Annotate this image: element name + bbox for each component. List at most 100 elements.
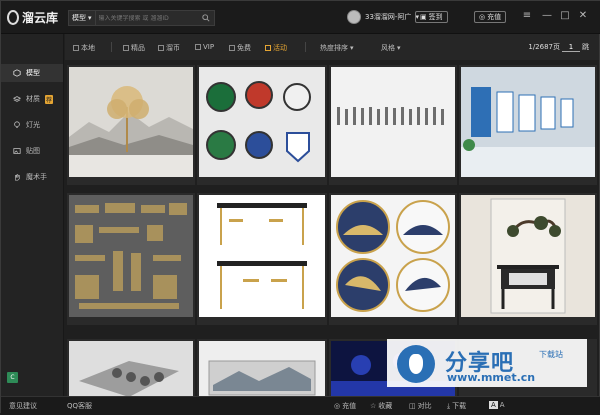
model-card[interactable] — [197, 65, 327, 185]
model-thumbnail — [69, 341, 193, 396]
filter-vip[interactable]: VIP — [195, 43, 214, 51]
divider — [305, 42, 306, 52]
close-icon[interactable]: ✕ — [577, 10, 589, 22]
model-thumbnail — [331, 195, 455, 317]
logo-icon — [7, 10, 19, 25]
style-select[interactable]: 风格 ▾ — [381, 43, 401, 53]
download-label: 下载 — [452, 402, 467, 410]
filter-event[interactable]: 活动 — [265, 43, 287, 53]
favorite-label: 收藏 — [378, 402, 393, 410]
search-input[interactable] — [95, 14, 202, 22]
coin-icon: ◎ — [334, 402, 341, 410]
page-go-button[interactable]: 跳 — [582, 42, 589, 52]
recharge-status-button[interactable]: ◎ 充值 — [334, 401, 356, 411]
menu-icon[interactable]: ≡ — [521, 10, 533, 22]
compare-label: 对比 — [417, 402, 432, 410]
signin-button[interactable]: ▣ 签到 — [415, 11, 448, 23]
wall-discs-image — [69, 341, 193, 396]
corporate-wall-image — [461, 67, 595, 177]
filter-label: 本地 — [81, 44, 95, 52]
round-art-panels-image — [331, 195, 455, 317]
signin-label: 签到 — [428, 13, 443, 21]
model-card[interactable] — [329, 193, 457, 325]
model-card[interactable] — [459, 193, 597, 325]
filter-label: 活动 — [273, 44, 287, 52]
checkbox-icon — [229, 45, 235, 51]
cube-icon — [13, 69, 21, 77]
model-thumbnail — [199, 341, 325, 396]
layers-icon — [13, 96, 21, 102]
user-menu[interactable]: 33溜溜网-阿广 ▾ — [347, 10, 419, 24]
compare-icon: ◫ — [409, 402, 416, 410]
filter-coins[interactable]: 溜币 — [158, 43, 180, 53]
status-bar: 意见建议 QQ客服 ◎ 充值 ☆ 收藏 ◫ 对比 ⤓ 下载 A A — [1, 396, 600, 415]
page-total: 1/2687页 — [528, 43, 560, 51]
feedback-link[interactable]: 意见建议 — [9, 401, 37, 411]
app-window: 溜云库 模型 ▾ 33溜溜网-阿广 ▾ ▣ 签到 ◎ 充值 ≡ — □ ✕ — [0, 0, 600, 415]
sidebar-item-label: 灯光 — [26, 121, 40, 129]
model-card[interactable] — [459, 65, 597, 185]
filter-label: VIP — [203, 43, 215, 51]
qq-label: QQ客服 — [67, 402, 93, 410]
model-card[interactable] — [67, 193, 195, 325]
search-type-select[interactable]: 模型 ▾ — [69, 11, 96, 25]
download-button[interactable]: ⤓ 下载 — [447, 401, 466, 411]
calendar-icon: ▣ — [420, 13, 427, 21]
search-box[interactable]: 模型 ▾ — [68, 10, 215, 26]
filter-free[interactable]: 免费 — [229, 43, 251, 53]
compare-button[interactable]: ◫ 对比 — [409, 401, 432, 411]
sidebar-item-material[interactable]: 材质 荐 — [1, 90, 63, 108]
model-thumbnail — [199, 195, 325, 317]
qq-support-link[interactable]: QQ客服 — [67, 401, 92, 411]
bulb-icon — [14, 121, 20, 128]
chevron-down-icon: ▾ — [397, 44, 401, 52]
model-card[interactable] — [67, 339, 195, 396]
recharge-button[interactable]: ◎ 充值 — [474, 11, 507, 23]
avatar[interactable] — [347, 10, 361, 24]
model-card[interactable] — [67, 65, 195, 185]
checkbox-icon — [123, 45, 129, 51]
plugin-icon[interactable]: C — [7, 372, 18, 383]
image-icon — [13, 148, 21, 154]
favorite-button[interactable]: ☆ 收藏 — [370, 401, 392, 411]
filter-label: 溜币 — [166, 44, 180, 52]
sidebar-item-label: 材质 — [26, 95, 40, 103]
filter-label: 精品 — [131, 44, 145, 52]
watermark: 分享吧 下载站 www.mmet.cn — [387, 339, 587, 387]
model-card[interactable] — [197, 193, 327, 325]
minimize-icon[interactable]: — — [541, 10, 553, 22]
people-figures-image — [331, 67, 455, 177]
text-size-button[interactable]: A A — [489, 401, 505, 409]
model-card[interactable] — [197, 339, 327, 396]
hand-icon — [15, 174, 20, 181]
landscape-tree-image — [69, 67, 193, 177]
sidebar-item-magic[interactable]: 魔术手 — [1, 168, 63, 186]
watermark-logo-icon — [397, 345, 435, 383]
recharge-label: 充值 — [487, 13, 502, 21]
page-input[interactable] — [562, 42, 580, 52]
sort-label: 热度排序 — [320, 44, 348, 52]
model-thumbnail — [461, 195, 595, 317]
search-type-label: 模型 — [72, 14, 86, 22]
chevron-down-icon: ▾ — [350, 44, 354, 52]
font-large-icon: A — [489, 401, 498, 409]
sidebar-item-model[interactable]: 模型 — [1, 64, 63, 82]
recharge-status-label: 充值 — [342, 402, 357, 410]
app-logo: 溜云库 — [7, 9, 58, 26]
checkbox-icon — [265, 45, 271, 51]
sidebar-item-light[interactable]: 灯光 — [1, 116, 63, 134]
filter-local[interactable]: 本地 — [73, 43, 95, 53]
search-icon[interactable] — [201, 14, 210, 22]
sort-select[interactable]: 热度排序 ▾ — [320, 43, 354, 53]
watermark-tag: 下载站 — [539, 350, 563, 359]
app-name: 溜云库 — [22, 11, 59, 25]
model-card[interactable] — [329, 65, 457, 185]
model-thumbnail — [199, 67, 325, 177]
checkbox-icon — [158, 45, 164, 51]
download-icon: ⤓ — [447, 401, 451, 410]
sidebar-item-texture[interactable]: 贴图 — [1, 142, 63, 160]
coin-icon: ◎ — [479, 13, 486, 21]
recommend-badge: 荐 — [45, 94, 54, 104]
filter-premium[interactable]: 精品 — [123, 43, 145, 53]
maximize-icon[interactable]: □ — [559, 10, 571, 22]
